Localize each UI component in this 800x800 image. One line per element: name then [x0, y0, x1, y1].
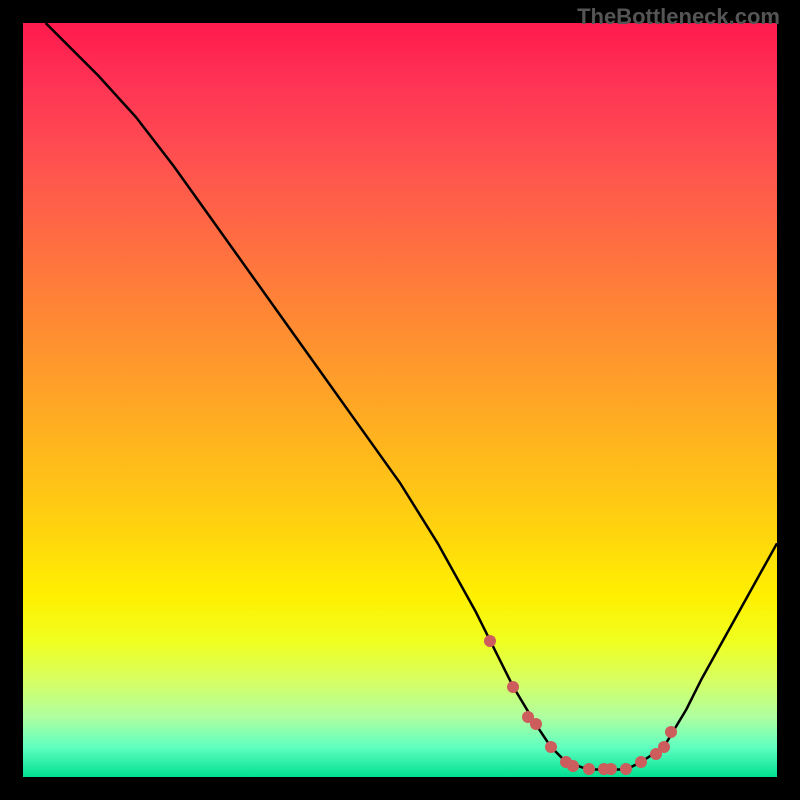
chart-plot-area	[23, 23, 777, 777]
chart-curve	[23, 23, 777, 777]
watermark-text: TheBottleneck.com	[577, 4, 780, 30]
